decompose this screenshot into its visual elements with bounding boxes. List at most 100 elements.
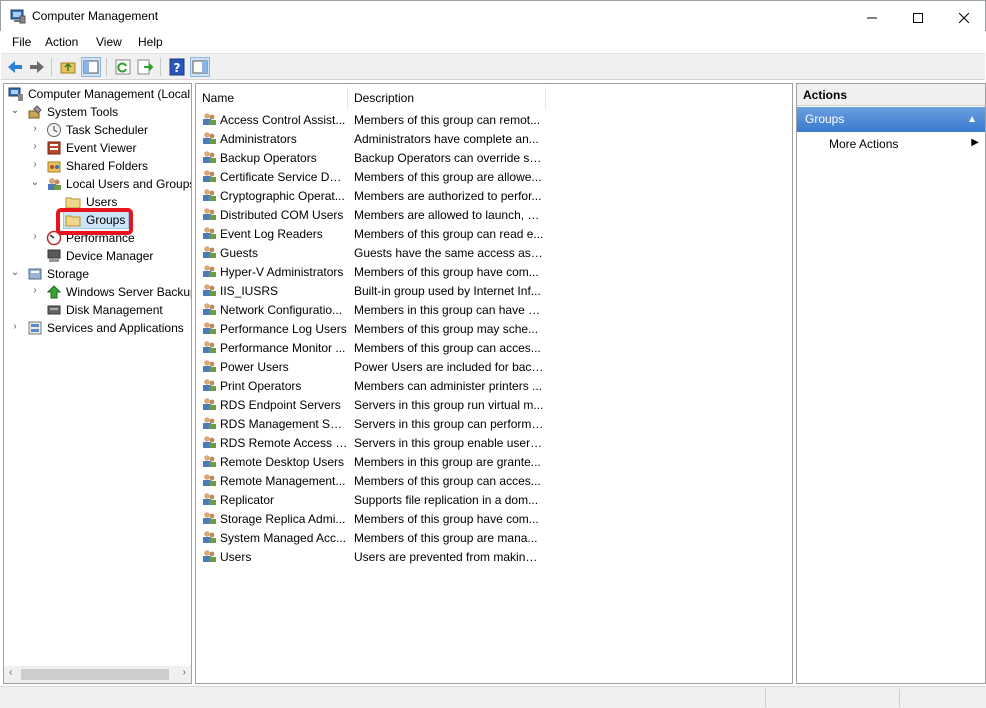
scroll-right-icon[interactable]: ›	[183, 667, 186, 678]
group-icon	[203, 265, 216, 277]
minimize-button[interactable]	[849, 1, 895, 32]
group-icon	[203, 189, 216, 201]
menu-action[interactable]: Action	[45, 35, 78, 49]
table-row[interactable]: RDS Remote Access S... Servers in this gr…	[196, 433, 792, 452]
horizontal-scrollbar[interactable]: ‹ ›	[4, 666, 191, 683]
table-row[interactable]: RDS Management Ser... Servers in this gro…	[196, 414, 792, 433]
group-icon	[203, 550, 216, 562]
table-row[interactable]: Storage Replica Admi... Members of this g…	[196, 509, 792, 528]
table-row[interactable]: Access Control Assist... Members of this …	[196, 110, 792, 129]
collapse-arrow-icon[interactable]: ›	[29, 285, 41, 296]
menu-bar: File Action View Help	[1, 31, 985, 53]
collapse-arrow-icon[interactable]: ›	[29, 123, 41, 134]
console-tree[interactable]: Computer Management (Local ⌄ System Tool…	[3, 83, 192, 684]
more-actions-item[interactable]: More Actions ▶	[829, 137, 979, 151]
tree-item-windows-server-backup[interactable]: › Windows Server Backup	[4, 283, 191, 301]
disk-icon	[47, 305, 61, 315]
forward-icon[interactable]	[28, 58, 46, 76]
collapse-up-icon[interactable]: ▲	[967, 107, 977, 132]
group-description: Servers in this group can perform ...	[354, 417, 544, 431]
tree-item-services-apps[interactable]: › Services and Applications	[4, 319, 191, 337]
show-hide-console-tree-icon[interactable]	[81, 57, 101, 77]
refresh-icon[interactable]	[114, 58, 132, 76]
table-row[interactable]: Guests Guests have the same access as m..…	[196, 243, 792, 262]
expand-arrow-icon[interactable]: ⌄	[9, 267, 21, 278]
group-description: Power Users are included for back...	[354, 360, 544, 374]
table-row[interactable]: Administrators Administrators have comple…	[196, 129, 792, 148]
table-row[interactable]: Performance Log Users Members of this gro…	[196, 319, 792, 338]
table-row[interactable]: Remote Desktop Users Members in this grou…	[196, 452, 792, 471]
group-icon	[203, 379, 216, 391]
tree-label: Computer Management (Local	[28, 87, 191, 101]
expand-arrow-icon[interactable]: ⌄	[29, 177, 41, 188]
column-header-name[interactable]: Name	[196, 87, 348, 109]
up-folder-icon[interactable]	[59, 58, 77, 76]
group-name: Certificate Service DC...	[220, 170, 348, 184]
tree-item-task-scheduler[interactable]: › Task Scheduler	[4, 121, 191, 139]
table-row[interactable]: Users Users are prevented from making ...	[196, 547, 792, 566]
collapse-arrow-icon[interactable]: ›	[29, 141, 41, 152]
toolbar-separator	[106, 58, 107, 76]
table-row[interactable]: Remote Management... Members of this grou…	[196, 471, 792, 490]
table-row[interactable]: Distributed COM Users Members are allowed…	[196, 205, 792, 224]
expand-arrow-icon[interactable]: ⌄	[9, 105, 21, 116]
table-row[interactable]: Print Operators Members can administer pr…	[196, 376, 792, 395]
table-row[interactable]: Hyper-V Administrators Members of this gr…	[196, 262, 792, 281]
tree-item-event-viewer[interactable]: › Event Viewer	[4, 139, 191, 157]
scroll-left-icon[interactable]: ‹	[9, 667, 12, 678]
table-row[interactable]: Performance Monitor ... Members of this g…	[196, 338, 792, 357]
collapse-arrow-icon[interactable]: ›	[9, 321, 21, 332]
group-name: Guests	[220, 246, 259, 260]
group-name: Event Log Readers	[220, 227, 323, 241]
tree-item-system-tools[interactable]: ⌄ System Tools	[4, 103, 191, 121]
tree-item-shared-folders[interactable]: › Shared Folders	[4, 157, 191, 175]
scrollbar-thumb[interactable]	[21, 669, 169, 680]
group-description: Members of this group are mana...	[354, 531, 538, 545]
toolbar-separator	[160, 58, 161, 76]
status-bar	[0, 686, 986, 708]
table-row[interactable]: RDS Endpoint Servers Servers in this grou…	[196, 395, 792, 414]
export-list-icon[interactable]	[136, 58, 154, 76]
table-row[interactable]: Certificate Service DC... Members of this…	[196, 167, 792, 186]
groups-list[interactable]: Name Description Access Control Assist..…	[195, 83, 793, 684]
group-icon	[203, 493, 216, 505]
menu-view[interactable]: View	[96, 35, 122, 49]
column-header-description[interactable]: Description	[348, 87, 546, 109]
group-name: RDS Endpoint Servers	[220, 398, 341, 412]
collapse-arrow-icon[interactable]: ›	[29, 231, 41, 242]
table-row[interactable]: Network Configuratio... Members in this g…	[196, 300, 792, 319]
show-hide-action-pane-icon[interactable]	[190, 57, 210, 77]
table-row[interactable]: Backup Operators Backup Operators can ove…	[196, 148, 792, 167]
table-row[interactable]: Event Log Readers Members of this group c…	[196, 224, 792, 243]
close-button[interactable]	[941, 1, 986, 32]
tree-item-storage[interactable]: ⌄ Storage	[4, 265, 191, 283]
tree-item-device-manager[interactable]: Device Manager	[4, 247, 191, 265]
menu-file[interactable]: File	[12, 35, 31, 49]
group-description: Members of this group can remot...	[354, 113, 541, 127]
group-icon	[203, 284, 216, 296]
maximize-button[interactable]	[895, 1, 941, 32]
collapse-arrow-icon[interactable]: ›	[29, 159, 41, 170]
tree-item-root[interactable]: Computer Management (Local	[4, 85, 191, 103]
tree-item-disk-management[interactable]: Disk Management	[4, 301, 191, 319]
window-title: Computer Management	[32, 9, 159, 23]
menu-help[interactable]: Help	[138, 35, 163, 49]
group-description: Members are allowed to launch, a...	[354, 208, 544, 222]
table-row[interactable]: Replicator Supports file replication in a…	[196, 490, 792, 509]
group-description: Members of this group are allowe...	[354, 170, 542, 184]
back-icon[interactable]	[6, 58, 24, 76]
actions-section-groups[interactable]: Groups ▲	[797, 107, 985, 132]
tree-item-local-users-groups[interactable]: ⌄ Local Users and Groups	[4, 175, 191, 193]
table-row[interactable]: Cryptographic Operat... Members are autho…	[196, 186, 792, 205]
group-name: Distributed COM Users	[220, 208, 344, 222]
group-description: Built-in group used by Internet Inf...	[354, 284, 541, 298]
help-icon[interactable]: ?	[168, 58, 186, 76]
table-row[interactable]: System Managed Acc... Members of this gro…	[196, 528, 792, 547]
table-row[interactable]: Power Users Power Users are included for …	[196, 357, 792, 376]
group-name: Administrators	[220, 132, 297, 146]
computer-management-icon	[10, 9, 26, 24]
tree-label: Shared Folders	[66, 159, 149, 173]
backup-icon	[46, 285, 62, 299]
table-row[interactable]: IIS_IUSRS Built-in group used by Internet…	[196, 281, 792, 300]
group-name: Backup Operators	[220, 151, 317, 165]
